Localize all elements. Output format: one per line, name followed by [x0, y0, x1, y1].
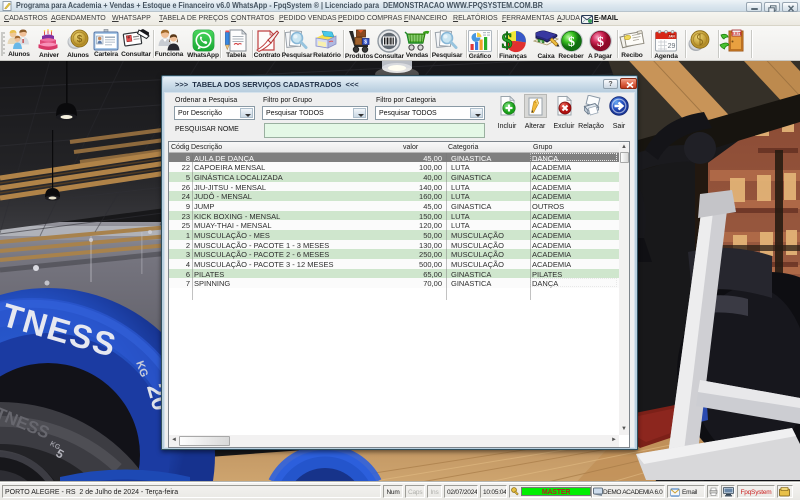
- svg-text:$: $: [502, 29, 513, 53]
- svg-text:JAN: JAN: [668, 35, 675, 39]
- svg-text:$: $: [77, 34, 83, 45]
- svg-text:$: $: [568, 35, 575, 50]
- svg-text:29: 29: [668, 43, 676, 50]
- svg-text:$: $: [364, 39, 367, 45]
- svg-text:EXIT: EXIT: [731, 31, 741, 36]
- svg-text:$: $: [597, 35, 604, 50]
